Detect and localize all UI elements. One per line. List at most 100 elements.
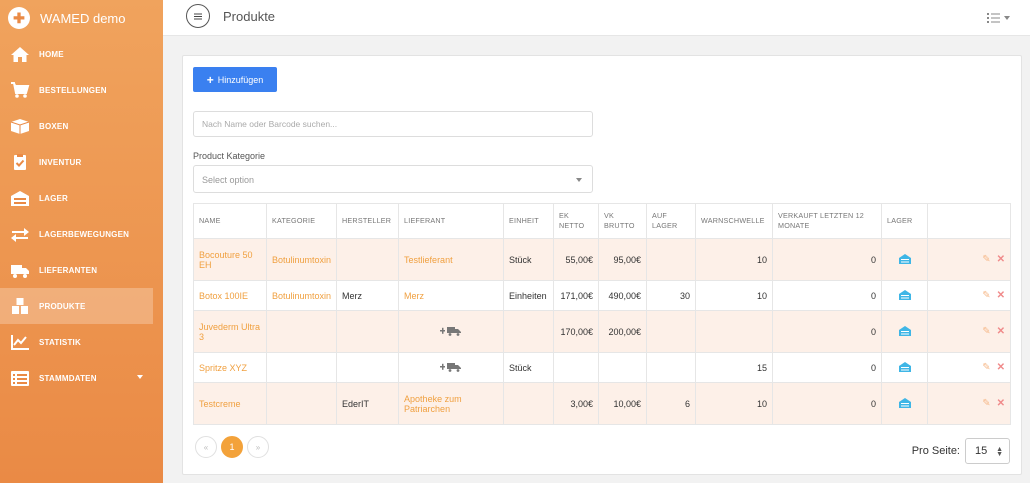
delete-icon[interactable]: ✕: [997, 254, 1005, 265]
product-warning-threshold: [695, 310, 774, 353]
row-actions: ✎ ✕: [927, 280, 1011, 311]
sidebar-item-bestellungen[interactable]: BESTELLUNGEN: [0, 72, 163, 108]
product-name-link[interactable]: Botox 100IE: [193, 280, 267, 311]
product-supplier-link[interactable]: Testlieferant: [398, 238, 505, 281]
cart-icon: [9, 81, 31, 99]
supplier-cell: [398, 310, 505, 353]
column-header-kategorie[interactable]: KATEGORIE: [265, 203, 338, 239]
chevron-down-icon: [576, 178, 582, 182]
sidebar-item-label: BESTELLUNGEN: [39, 85, 107, 95]
delete-icon[interactable]: ✕: [997, 326, 1005, 337]
product-supplier-link[interactable]: Apotheke zum Patriarchen: [398, 382, 505, 425]
warehouse-icon: [9, 189, 31, 207]
warehouse-stock-icon[interactable]: [898, 325, 911, 338]
sidebar-item-lieferanten[interactable]: LIEFERANTEN: [0, 252, 163, 288]
product-name-link[interactable]: Testcreme: [193, 382, 267, 425]
truck-icon: [9, 261, 31, 279]
sidebar-item-label: LAGER: [39, 193, 68, 203]
stock-cell: [881, 352, 929, 383]
logo-icon: ✚: [8, 7, 30, 29]
column-header-auf-lager[interactable]: AUF LAGER: [646, 203, 697, 239]
next-page-button[interactable]: »: [247, 436, 269, 458]
product-category-link[interactable]: Botulinumtoxin: [265, 238, 338, 281]
product-sold-12-months: 0: [772, 238, 883, 281]
warehouse-stock-icon[interactable]: [898, 253, 911, 266]
column-header-name[interactable]: NAME: [193, 203, 267, 239]
delete-icon[interactable]: ✕: [997, 398, 1005, 409]
chevron-down-icon: [1004, 16, 1010, 20]
stock-cell: [881, 310, 929, 353]
column-header-verkauft[interactable]: VERKAUFT LETZTEN 12 MONATE: [772, 203, 883, 239]
column-header-einheit[interactable]: EINHEIT: [503, 203, 555, 239]
column-header-ek-netto[interactable]: EK NETTO: [553, 203, 600, 239]
delete-icon[interactable]: ✕: [997, 362, 1005, 373]
page-1-button[interactable]: 1: [221, 436, 243, 458]
product-unit: Stück: [503, 352, 555, 383]
column-header-lieferant[interactable]: LIEFERANT: [398, 203, 505, 239]
brand[interactable]: ✚ WAMED demo: [0, 0, 163, 36]
product-sold-12-months: 0: [772, 352, 883, 383]
per-page-control: Pro Seite: 15 ▲ ▼: [912, 438, 1010, 464]
sidebar-item-statistik[interactable]: STATISTIK: [0, 324, 163, 360]
view-options-button[interactable]: [987, 12, 1010, 24]
product-name-link[interactable]: Spritze XYZ: [193, 352, 267, 383]
sidebar-item-boxen[interactable]: BOXEN: [0, 108, 163, 144]
search-input[interactable]: [193, 111, 593, 137]
warehouse-stock-icon[interactable]: [898, 397, 911, 410]
product-ek-netto: 3,00€: [553, 382, 600, 425]
warehouse-stock-icon[interactable]: [898, 289, 911, 302]
product-supplier-link[interactable]: Merz: [398, 280, 505, 311]
sidebar-item-lager[interactable]: LAGER: [0, 180, 163, 216]
stock-cell: [881, 382, 929, 425]
product-name-link[interactable]: Juvederm Ultra 3: [193, 310, 267, 353]
edit-icon[interactable]: ✎: [982, 398, 990, 409]
product-category-link[interactable]: [265, 382, 338, 425]
table-row[interactable]: Testcreme EderIT Apotheke zum Patriarchen 3…: [193, 382, 1011, 425]
product-category-link[interactable]: Botulinumtoxin: [265, 280, 338, 311]
topbar: Produkte: [163, 0, 1030, 36]
delete-icon[interactable]: ✕: [997, 290, 1005, 301]
warehouse-stock-icon[interactable]: [898, 361, 911, 374]
product-warning-threshold: 10: [695, 280, 774, 311]
sidebar-item-stammdaten[interactable]: STAMMDATEN: [0, 360, 163, 396]
product-category-link[interactable]: [265, 352, 338, 383]
category-select[interactable]: Select option: [193, 165, 593, 193]
product-ek-netto: 55,00€: [553, 238, 600, 281]
product-name-link[interactable]: Bocouture 50 EH: [193, 238, 267, 281]
stock-cell: [881, 238, 929, 281]
product-manufacturer: Merz: [336, 280, 400, 311]
edit-icon[interactable]: ✎: [982, 254, 990, 265]
add-product-button[interactable]: + Hinzufügen: [193, 67, 277, 92]
product-category-link[interactable]: [265, 310, 338, 353]
sidebar-item-produkte[interactable]: PRODUKTE: [0, 288, 153, 324]
row-actions: ✎ ✕: [927, 382, 1011, 425]
category-label: Product Kategorie: [193, 151, 266, 161]
add-button-label: Hinzufügen: [217, 74, 264, 85]
sidebar-item-inventur[interactable]: INVENTUR: [0, 144, 163, 180]
column-header-warnschwelle[interactable]: WARNSCHWELLE: [695, 203, 774, 239]
sidebar-item-lagerbewegungen[interactable]: LAGERBEWEGUNGEN: [0, 216, 163, 252]
edit-icon[interactable]: ✎: [982, 362, 990, 373]
table-row[interactable]: Spritze XYZ Stück 15 0 ✎ ✕: [193, 352, 1011, 383]
boxes-icon: [9, 297, 31, 315]
product-ek-netto: 171,00€: [553, 280, 600, 311]
table-row[interactable]: Bocouture 50 EH Botulinumtoxin Testliefera…: [193, 238, 1011, 281]
edit-icon[interactable]: ✎: [982, 326, 990, 337]
column-header-vk-brutto[interactable]: VK BRUTTO: [598, 203, 648, 239]
column-header-hersteller[interactable]: HERSTELLER: [336, 203, 400, 239]
edit-icon[interactable]: ✎: [982, 290, 990, 301]
column-header-lager[interactable]: LAGER: [881, 203, 929, 239]
sidebar-item-home[interactable]: HOME: [0, 36, 163, 72]
prev-page-button[interactable]: «: [195, 436, 217, 458]
row-actions: ✎ ✕: [927, 352, 1011, 383]
product-unit: Stück: [503, 238, 555, 281]
table-row[interactable]: Botox 100IE Botulinumtoxin Merz Merz Einheit…: [193, 280, 1011, 311]
table-header-row: NAME KATEGORIE HERSTELLER LIEFERANT EINHEIT E…: [193, 203, 1011, 239]
per-page-select[interactable]: 15 ▲ ▼: [965, 438, 1010, 464]
sidebar-item-label: LAGERBEWEGUNGEN: [39, 229, 130, 239]
table-row[interactable]: Juvederm Ultra 3 170,00€ 200,00€ 0 ✎ ✕: [193, 310, 1011, 353]
add-supplier-truck-icon[interactable]: [440, 326, 462, 338]
menu-toggle-button[interactable]: [186, 4, 210, 28]
add-supplier-truck-icon[interactable]: [440, 362, 462, 374]
product-warning-threshold: 10: [695, 382, 774, 425]
